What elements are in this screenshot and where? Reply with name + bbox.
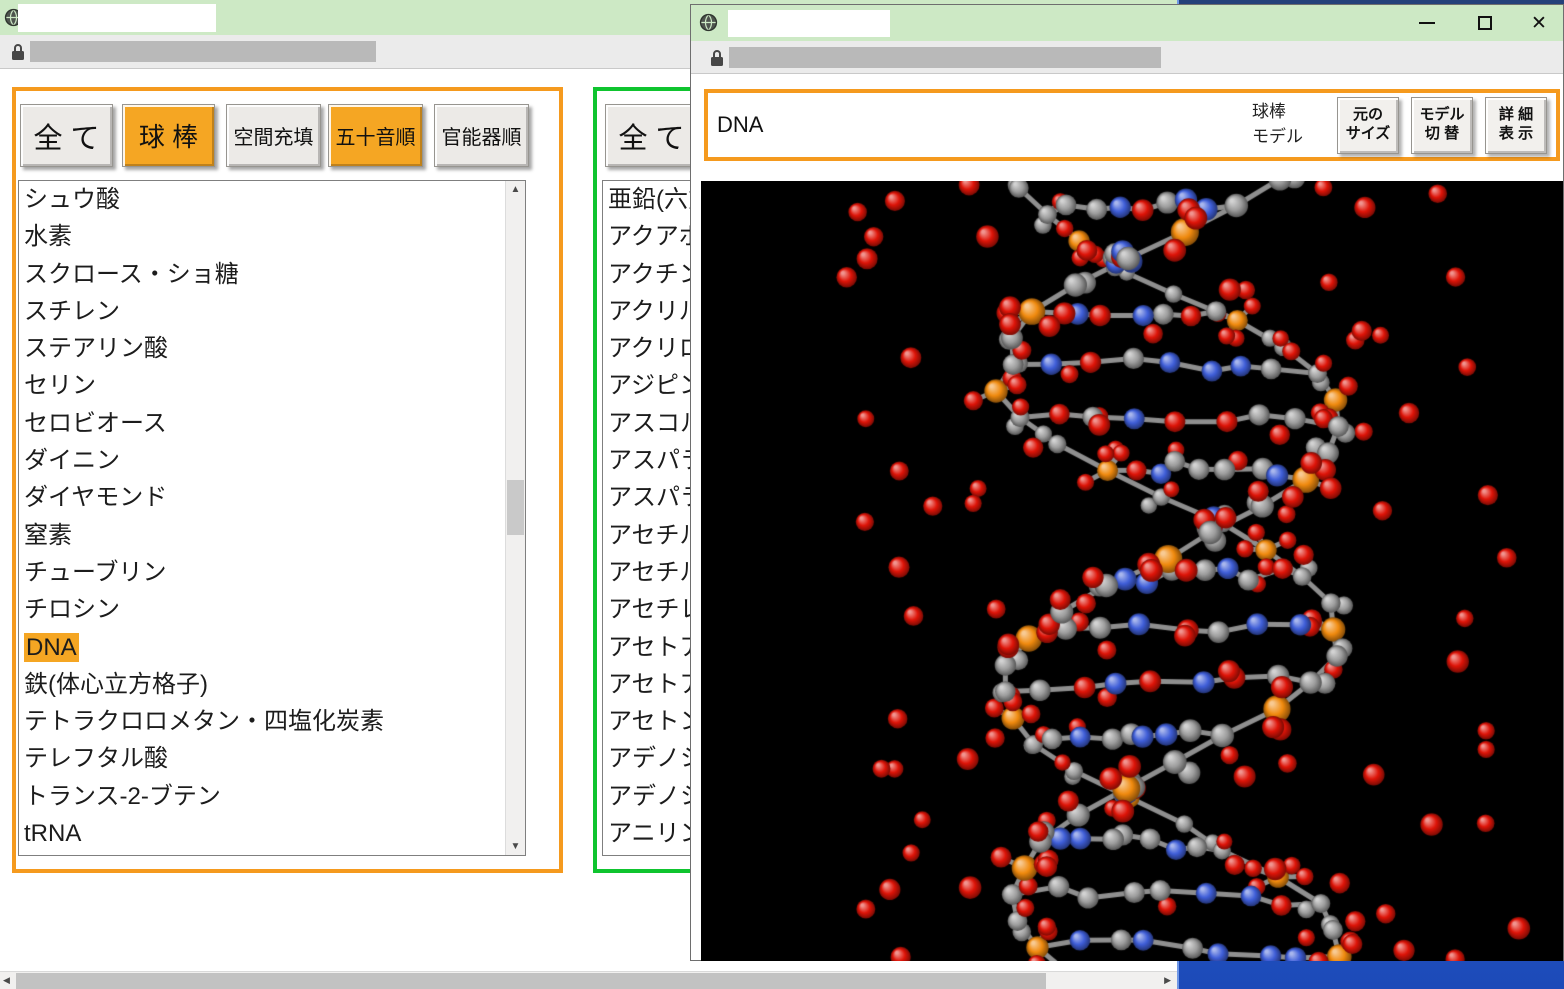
list-item[interactable]: DNA — [24, 629, 505, 666]
vertical-scrollbar[interactable]: ▲ ▼ — [505, 181, 525, 855]
list-item-label: テレフタル酸 — [24, 745, 168, 772]
lock-icon — [710, 49, 724, 67]
list-item[interactable]: セリン — [24, 367, 505, 404]
list-item[interactable]: テトラクロロメタン・四塩化炭素 — [24, 703, 505, 740]
list-item-label: ダイヤモンド — [24, 484, 167, 511]
lock-icon — [11, 43, 25, 61]
list-item[interactable]: ダイヤモンド — [24, 479, 505, 516]
list-item-label: アクチン — [608, 261, 703, 288]
list-item-label: セリン — [24, 372, 96, 399]
model-type-line1: 球棒 — [1252, 102, 1286, 121]
viewer-addressbar[interactable] — [691, 41, 1563, 74]
list-item-label: 窒素 — [24, 522, 72, 549]
filter-button-ballstick[interactable]: 球 棒 — [122, 104, 215, 167]
list-item[interactable]: スクロース・ショ糖 — [24, 256, 505, 293]
left-tab-title[interactable] — [18, 4, 216, 32]
list-item-label: 鉄(体心立方格子) — [24, 671, 208, 698]
list-item[interactable]: 鉄(体心立方格子) — [24, 666, 505, 703]
list-item-label: アクリロ — [608, 335, 703, 362]
list-item[interactable]: チューブリン — [24, 554, 505, 591]
list-item[interactable]: 水素 — [24, 218, 505, 255]
filter-button-spacefill[interactable]: 空間充填 — [226, 104, 321, 167]
sort-button-alphabetical[interactable]: 五十音順 — [328, 104, 423, 167]
scrollbar-thumb[interactable] — [507, 480, 524, 535]
list-item-label: DNA — [24, 633, 79, 662]
list-item-label: ステアリン酸 — [24, 335, 168, 362]
viewer-titlebar: ✕ — [691, 5, 1563, 41]
sort-button-functional[interactable]: 官能器順 — [434, 104, 529, 167]
original-size-button[interactable]: 元の サイズ — [1337, 97, 1399, 154]
list-item[interactable]: ステアリン酸 — [24, 330, 505, 367]
molecule-viewer[interactable] — [701, 181, 1563, 961]
left-url-text — [30, 41, 376, 62]
molecule-list-panel: 全 て 球 棒 空間充填 五十音順 官能器順 シュウ酸水素スクロース・ショ糖スチ… — [12, 87, 563, 873]
list-item-label: トランス-2-ブテン — [24, 783, 221, 810]
list-item-label: チロシン — [24, 596, 120, 623]
scroll-up-icon[interactable]: ▲ — [506, 181, 525, 198]
viewer-url-text — [729, 47, 1161, 68]
list-item[interactable]: シュウ酸 — [24, 181, 505, 218]
scroll-down-icon[interactable]: ▼ — [506, 838, 525, 855]
scroll-left-icon[interactable]: ◀ — [3, 972, 10, 989]
model-type-label: 球棒 モデル — [1252, 100, 1303, 149]
list-item[interactable]: 窒素 — [24, 517, 505, 554]
list-item-label: テトラクロロメタン・四塩化炭素 — [24, 708, 384, 735]
list-item-label: アジピン — [608, 372, 703, 399]
maximize-button[interactable] — [1465, 5, 1505, 41]
list-item-label: チューブリン — [24, 559, 167, 586]
list-item[interactable]: チロシン — [24, 591, 505, 628]
list-item-label: シュウ酸 — [24, 186, 120, 213]
molecule-canvas[interactable] — [701, 181, 1563, 961]
list-item-label: スチレン — [24, 298, 120, 325]
list-item[interactable]: tRNA — [24, 815, 505, 852]
list-item[interactable]: ダイニン — [24, 442, 505, 479]
detail-view-button[interactable]: 詳 細 表 示 — [1485, 97, 1547, 154]
scroll-right-icon[interactable]: ▶ — [1164, 972, 1171, 989]
close-button[interactable]: ✕ — [1519, 5, 1559, 41]
minimize-icon — [1419, 22, 1435, 24]
viewer-toolbar: DNA 球棒 モデル 元の サイズ モデル 切 替 詳 細 表 示 — [704, 89, 1560, 161]
list-item[interactable]: セロビオース — [24, 405, 505, 442]
list-item-label: アクリル — [608, 298, 703, 325]
horizontal-scrollbar-thumb[interactable] — [16, 973, 1046, 989]
list-item-label: スクロース・ショ糖 — [24, 261, 239, 288]
molecule-list: シュウ酸水素スクロース・ショ糖スチレンステアリン酸セリンセロビオースダイニンダイ… — [18, 180, 526, 856]
maximize-icon — [1478, 16, 1492, 30]
list-item[interactable]: テレフタル酸 — [24, 740, 505, 777]
switch-model-button[interactable]: モデル 切 替 — [1411, 97, 1473, 154]
horizontal-scrollbar[interactable]: ◀ ▶ — [0, 971, 1177, 989]
viewer-tab-title[interactable] — [728, 10, 890, 37]
model-type-line2: モデル — [1252, 127, 1303, 146]
filter-button-all[interactable]: 全 て — [20, 104, 113, 167]
list-item[interactable]: トランス-2-ブテン — [24, 778, 505, 815]
list-item[interactable]: スチレン — [24, 293, 505, 330]
viewer-browser-window: ✕ DNA 球棒 モデル 元の サイズ モデル 切 替 詳 細 表 示 — [690, 4, 1564, 961]
list-item-label: tRNA — [24, 820, 81, 847]
filter-button-all-2[interactable]: 全 て — [605, 104, 698, 167]
molecule-list-rows: シュウ酸水素スクロース・ショ糖スチレンステアリン酸セリンセロビオースダイニンダイ… — [19, 181, 505, 855]
list-item-label: アクアポ — [608, 223, 703, 250]
molecule-name-label: DNA — [717, 112, 763, 138]
close-icon: ✕ — [1531, 14, 1547, 33]
list-item-label: ダイニン — [24, 447, 120, 474]
list-item-label: セロビオース — [24, 410, 167, 437]
globe-icon — [699, 13, 718, 32]
list-item-label: 水素 — [24, 223, 72, 250]
minimize-button[interactable] — [1407, 5, 1447, 41]
